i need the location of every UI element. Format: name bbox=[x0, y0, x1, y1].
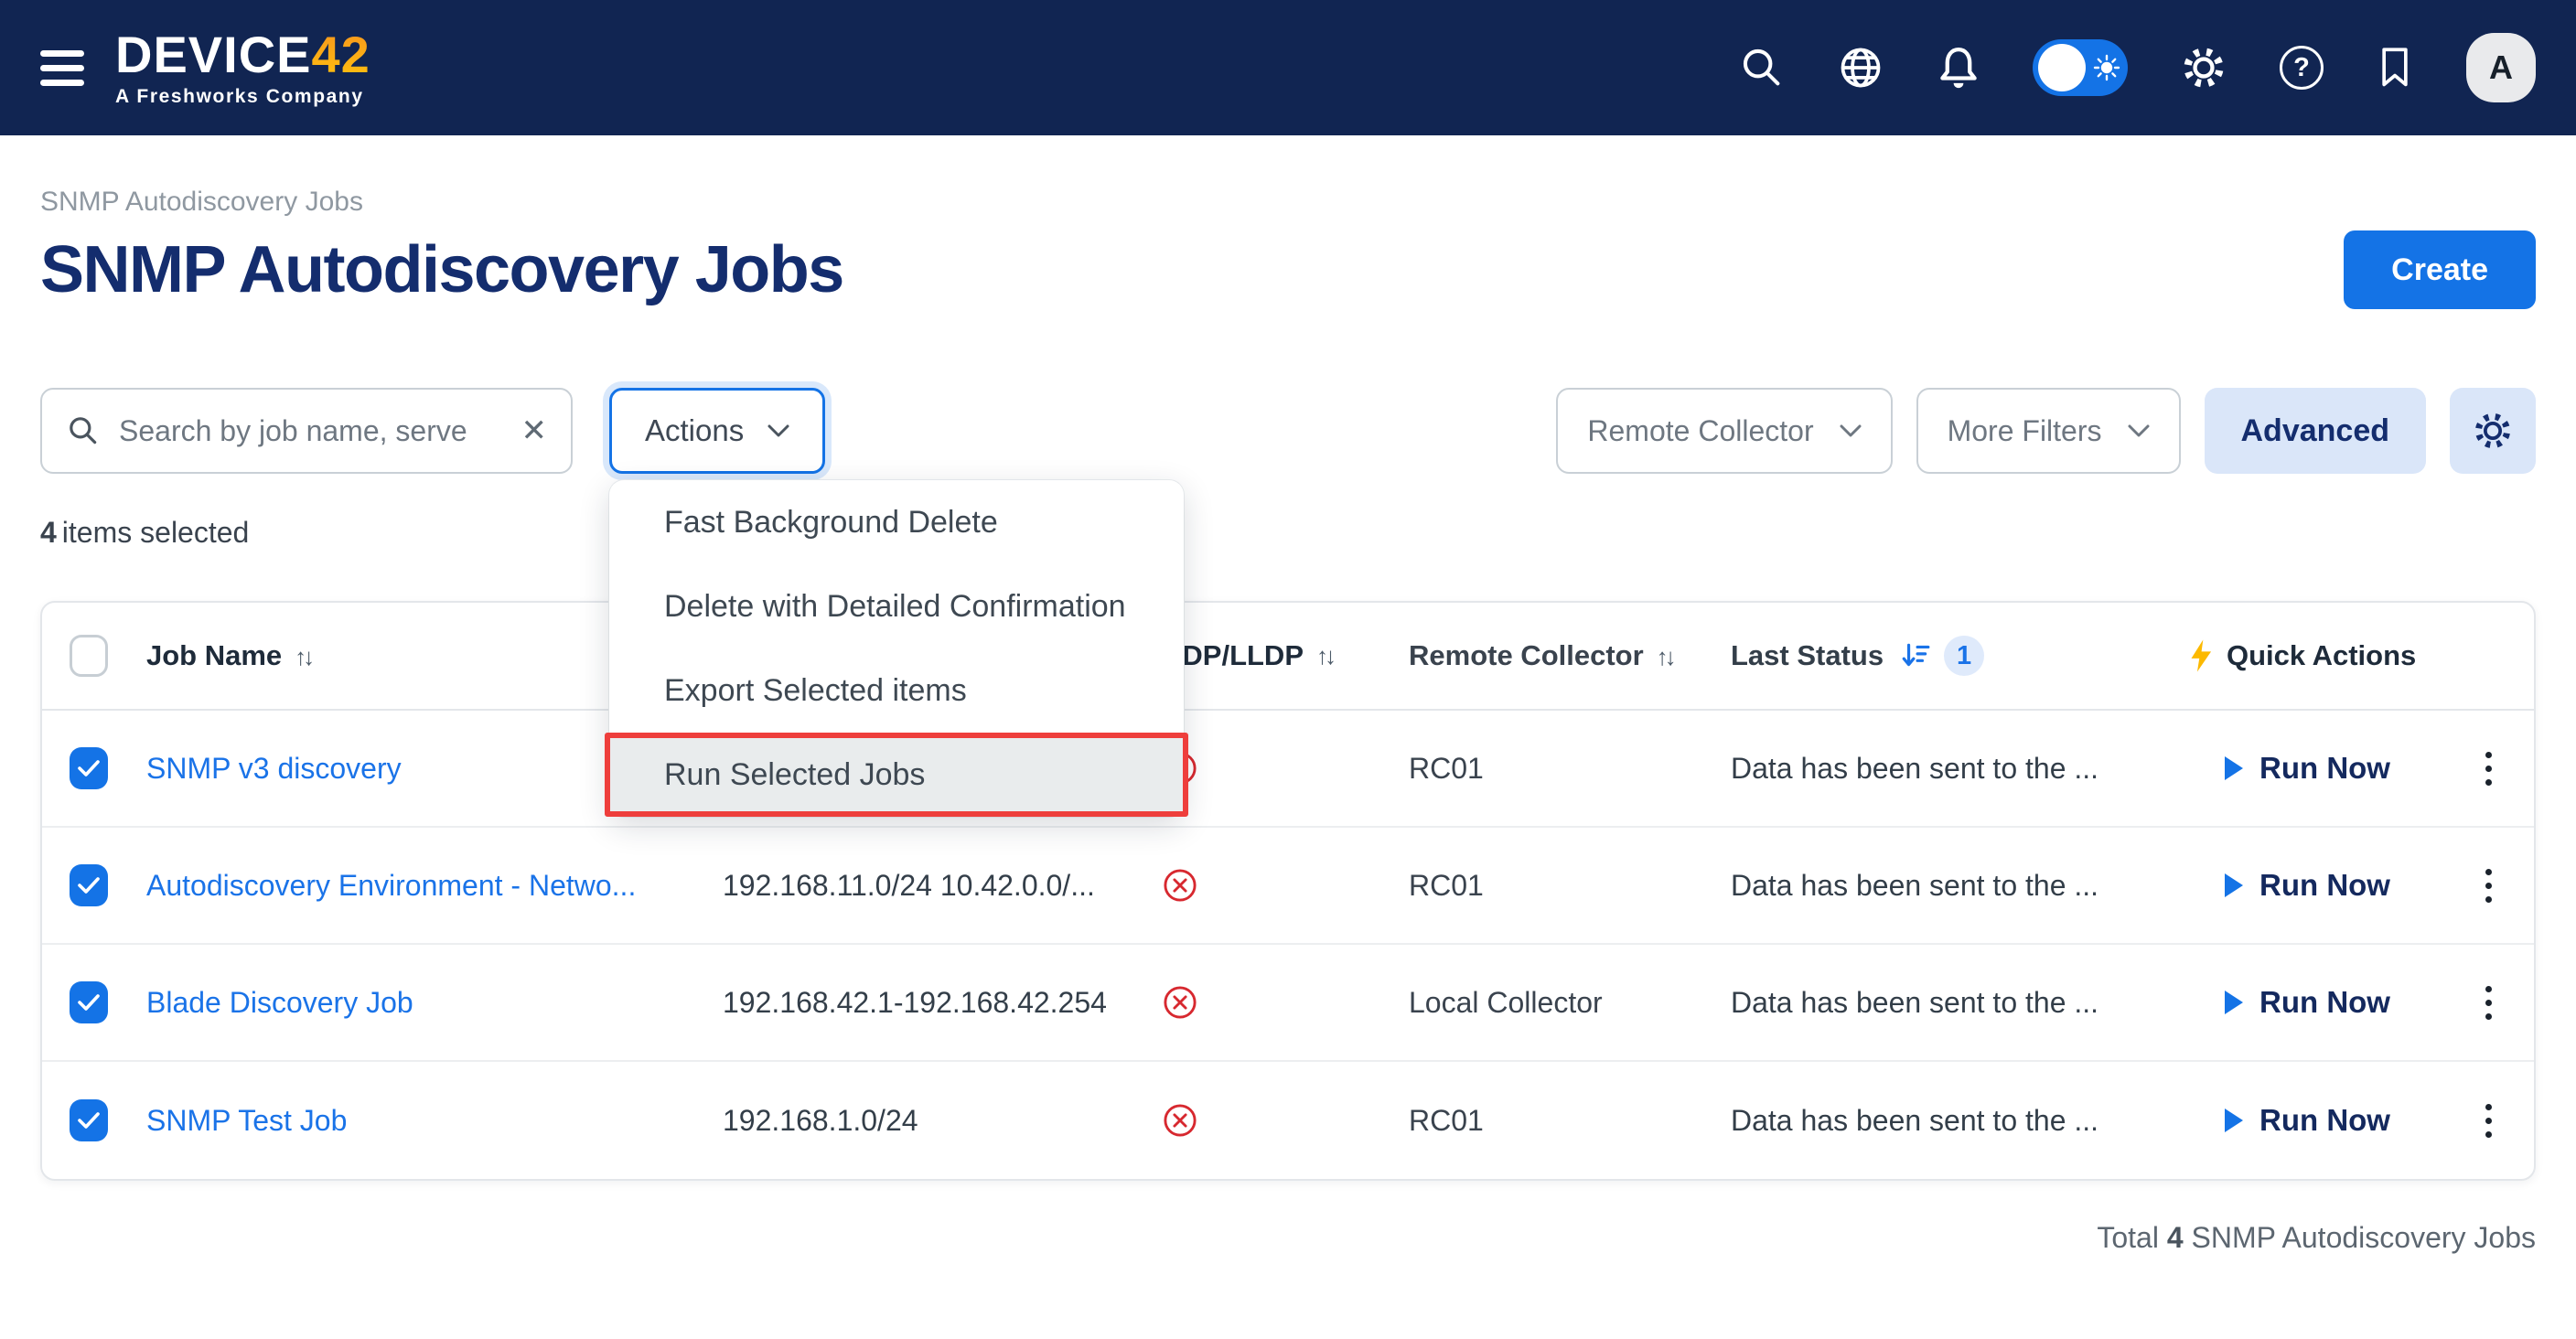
toggle-knob bbox=[2038, 44, 2086, 91]
play-icon bbox=[2223, 873, 2245, 898]
row-checkbox-checked[interactable] bbox=[70, 1099, 108, 1141]
sort-descending-icon bbox=[1900, 640, 1931, 671]
run-now-button[interactable]: Run Now bbox=[2223, 751, 2390, 786]
table-row: SNMP Test Job 192.168.1.0/24 RC01 Data h… bbox=[42, 1062, 2534, 1179]
column-header-quick-actions: Quick Actions bbox=[2188, 638, 2534, 673]
actions-dropdown-button[interactable]: Actions bbox=[609, 388, 825, 474]
sun-icon bbox=[2093, 54, 2120, 81]
run-now-button[interactable]: Run Now bbox=[2223, 985, 2390, 1020]
selection-count: 4items selected bbox=[40, 516, 2536, 550]
table-row: Blade Discovery Job 192.168.42.1-192.168… bbox=[42, 945, 2534, 1062]
target-servers: 192.168.42.1-192.168.42.254 bbox=[723, 986, 1162, 1020]
run-now-button[interactable]: Run Now bbox=[2223, 1103, 2390, 1138]
row-checkbox-checked[interactable] bbox=[70, 747, 108, 789]
search-icon[interactable] bbox=[1738, 44, 1786, 91]
breadcrumb: SNMP Autodiscovery Jobs bbox=[40, 187, 2536, 218]
last-status-value: Data has been sent to the ... bbox=[1731, 1104, 2188, 1138]
gear-icon bbox=[2470, 408, 2516, 454]
remote-collector-value: RC01 bbox=[1409, 752, 1731, 786]
logo-accent: 42 bbox=[312, 26, 370, 83]
theme-toggle[interactable] bbox=[2033, 39, 2128, 96]
row-menu-kebab-icon[interactable] bbox=[2480, 746, 2497, 791]
table-settings-button[interactable] bbox=[2450, 388, 2536, 474]
menu-icon[interactable] bbox=[40, 50, 84, 86]
select-all-checkbox[interactable] bbox=[70, 635, 108, 677]
sort-icon: ↑↓ bbox=[295, 643, 311, 670]
search-input-icon bbox=[66, 413, 101, 448]
menu-item-run-selected-jobs[interactable]: Run Selected Jobs bbox=[605, 733, 1188, 817]
globe-icon[interactable] bbox=[1837, 44, 1884, 91]
remote-collector-value: Local Collector bbox=[1409, 986, 1731, 1020]
column-header-remote-collector[interactable]: Remote Collector↑↓ bbox=[1409, 639, 1731, 672]
row-menu-kebab-icon[interactable] bbox=[2480, 863, 2497, 908]
remote-collector-filter[interactable]: Remote Collector bbox=[1556, 388, 1892, 474]
bookmark-icon[interactable] bbox=[2375, 45, 2415, 91]
menu-item-export-selected-items[interactable]: Export Selected items bbox=[609, 648, 1184, 733]
play-icon bbox=[2223, 1108, 2245, 1133]
chevron-down-icon bbox=[1840, 424, 1862, 438]
advanced-button[interactable]: Advanced bbox=[2205, 388, 2427, 474]
cdp-disabled-icon bbox=[1162, 984, 1198, 1021]
search-input[interactable] bbox=[119, 414, 503, 448]
lightning-icon bbox=[2188, 638, 2214, 673]
cdp-disabled-icon bbox=[1162, 1102, 1198, 1139]
job-name-link[interactable]: SNMP Test Job bbox=[146, 1104, 347, 1137]
remote-collector-value: RC01 bbox=[1409, 869, 1731, 903]
chevron-down-icon bbox=[2128, 424, 2150, 438]
chevron-down-icon bbox=[767, 424, 789, 438]
last-status-value: Data has been sent to the ... bbox=[1731, 869, 2188, 903]
column-header-cdp-lldp[interactable]: CDP/LLDP↑↓ bbox=[1162, 639, 1409, 672]
more-filters-button[interactable]: More Filters bbox=[1916, 388, 2181, 474]
row-menu-kebab-icon[interactable] bbox=[2480, 1098, 2497, 1143]
last-status-value: Data has been sent to the ... bbox=[1731, 986, 2188, 1020]
job-name-link[interactable]: SNMP v3 discovery bbox=[146, 752, 402, 785]
help-icon[interactable]: ? bbox=[2280, 46, 2324, 90]
device42-logo[interactable]: DEVICE42 A Freshworks Company bbox=[115, 29, 370, 106]
table-header-row: Job Name↑↓ CDP/LLDP↑↓ Remote Collector↑↓… bbox=[42, 603, 2534, 711]
last-status-value: Data has been sent to the ... bbox=[1731, 752, 2188, 786]
target-servers: 192.168.11.0/24 10.42.0.0/... bbox=[723, 869, 1162, 903]
target-servers: 192.168.1.0/24 bbox=[723, 1104, 1162, 1138]
avatar[interactable]: A bbox=[2466, 33, 2536, 102]
job-name-link[interactable]: Blade Discovery Job bbox=[146, 986, 413, 1019]
menu-item-fast-background-delete[interactable]: Fast Background Delete bbox=[609, 480, 1184, 564]
table-row: Autodiscovery Environment - Netwo... 192… bbox=[42, 828, 2534, 945]
run-now-button[interactable]: Run Now bbox=[2223, 868, 2390, 903]
search-box[interactable]: ✕ bbox=[40, 388, 573, 474]
total-count: Total 4 SNMP Autodiscovery Jobs bbox=[40, 1221, 2536, 1255]
job-name-link[interactable]: Autodiscovery Environment - Netwo... bbox=[146, 869, 636, 902]
sort-icon: ↑↓ bbox=[1657, 643, 1673, 670]
create-button[interactable]: Create bbox=[2344, 230, 2536, 309]
page-title: SNMP Autodiscovery Jobs bbox=[40, 232, 843, 307]
settings-icon[interactable] bbox=[2179, 43, 2228, 92]
column-header-last-status[interactable]: Last Status 1 bbox=[1731, 636, 2188, 676]
logo-subtitle: A Freshworks Company bbox=[115, 87, 370, 106]
logo-text: DEVICE bbox=[115, 26, 312, 83]
remote-collector-value: RC01 bbox=[1409, 1104, 1731, 1138]
jobs-table: Job Name↑↓ CDP/LLDP↑↓ Remote Collector↑↓… bbox=[40, 601, 2536, 1181]
sort-icon: ↑↓ bbox=[1316, 642, 1333, 670]
row-checkbox-checked[interactable] bbox=[70, 864, 108, 906]
play-icon bbox=[2223, 990, 2245, 1015]
sort-order-badge: 1 bbox=[1944, 636, 1984, 676]
cdp-disabled-icon bbox=[1162, 867, 1198, 904]
notifications-icon[interactable] bbox=[1936, 44, 1981, 91]
top-navbar: DEVICE42 A Freshworks Company ? A bbox=[0, 0, 2576, 135]
table-row: SNMP v3 discovery RC01 Data has been sen… bbox=[42, 711, 2534, 828]
row-menu-kebab-icon[interactable] bbox=[2480, 980, 2497, 1025]
actions-menu: Fast Background Delete Delete with Detai… bbox=[609, 480, 1184, 817]
clear-search-icon[interactable]: ✕ bbox=[521, 415, 548, 446]
row-checkbox-checked[interactable] bbox=[70, 981, 108, 1023]
menu-item-delete-with-detailed-confirmation[interactable]: Delete with Detailed Confirmation bbox=[609, 564, 1184, 648]
play-icon bbox=[2223, 755, 2245, 781]
